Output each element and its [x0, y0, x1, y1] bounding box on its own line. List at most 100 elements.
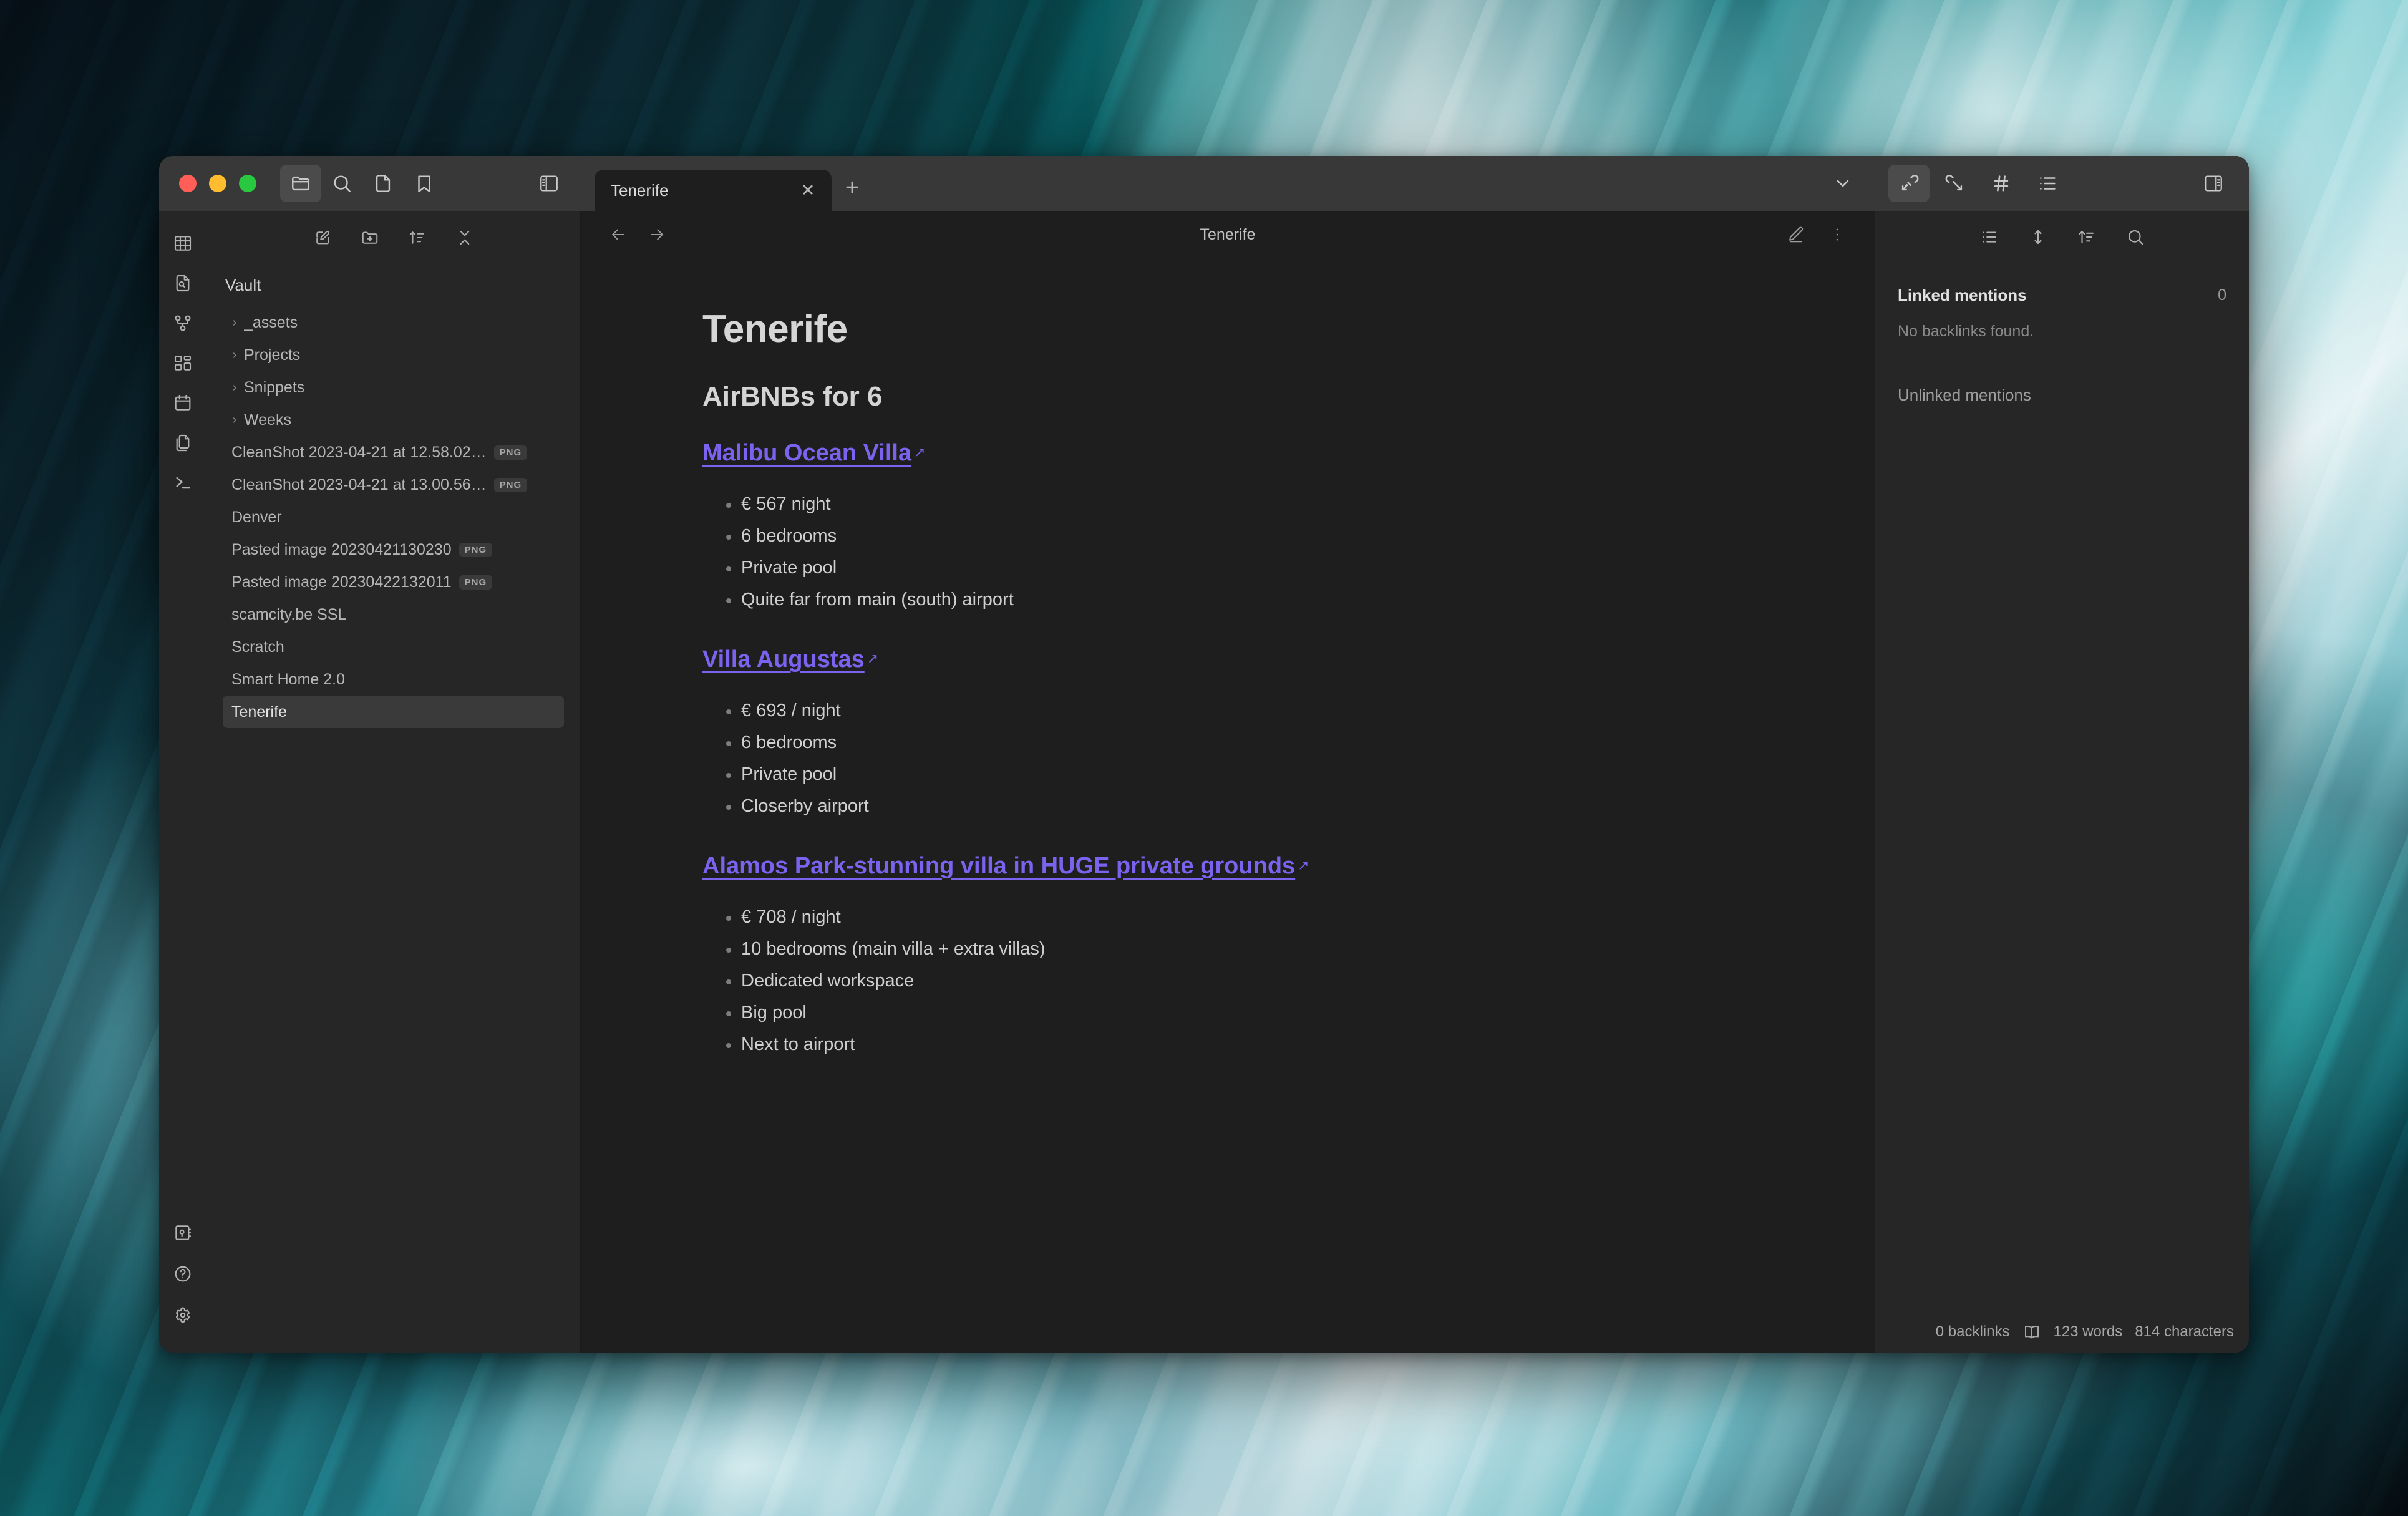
file-label: Denver: [231, 508, 282, 526]
status-backlinks[interactable]: 0 backlinks: [1936, 1323, 2010, 1341]
note-section-heading: Malibu Ocean Villa ↗: [702, 440, 1764, 492]
list-item: 10 bedrooms (main villa + extra villas): [702, 940, 1764, 958]
copy-icon[interactable]: [165, 425, 200, 460]
file-label: scamcity.be SSL: [231, 605, 347, 623]
outline-icon[interactable]: [2027, 165, 2068, 202]
vault-icon[interactable]: [165, 1215, 200, 1250]
titlebar: Tenerife ✕ +: [159, 156, 2249, 211]
backlinks-pane: Linked mentions 0 No backlinks found. Un…: [1875, 211, 2249, 1353]
left-sidebar-toggle-icon[interactable]: [528, 165, 570, 202]
more-options-icon[interactable]: [1825, 222, 1850, 247]
status-character-count[interactable]: 814 characters: [2135, 1323, 2234, 1341]
file-row-tenerife[interactable]: Tenerife: [223, 696, 564, 728]
tab-strip-right: [1822, 156, 1875, 211]
no-backlinks-message: No backlinks found.: [1898, 323, 2034, 340]
titlebar-right-section: [1875, 156, 2249, 211]
note-heading-2: AirBNBs for 6: [702, 381, 883, 412]
bookmark-icon[interactable]: [404, 165, 445, 202]
window-traffic-lights: [179, 175, 256, 192]
folder-icon[interactable]: [280, 165, 321, 202]
list-item: Private pool: [702, 559, 1764, 577]
unlinked-mentions-title: Unlinked mentions: [1898, 386, 2031, 404]
tab-label: Tenerife: [611, 180, 669, 200]
folder-label: Weeks: [244, 411, 291, 429]
folder-row-weeks[interactable]: › Weeks: [223, 404, 564, 436]
file-label: CleanShot 2023-04-21 at 13.00.56…: [231, 475, 487, 493]
search-backlinks-icon[interactable]: [2122, 223, 2149, 251]
outgoing-links-icon[interactable]: [1935, 165, 1976, 202]
back-icon[interactable]: [606, 222, 631, 247]
calendar-icon[interactable]: [165, 386, 200, 420]
note-section-heading: Villa Augustas ↗: [702, 646, 1764, 698]
tags-icon[interactable]: [1981, 165, 2022, 202]
file-label: Pasted image 20230421130230: [231, 540, 452, 558]
backlinks-content: Linked mentions 0 No backlinks found. Un…: [1875, 258, 2249, 422]
right-sidebar-toggle-icon[interactable]: [2193, 165, 2234, 202]
chevron-right-icon: ›: [232, 380, 237, 394]
folder-row-assets[interactable]: › _assets: [223, 306, 564, 339]
list-item: € 708 / night: [702, 908, 1764, 926]
edit-pencil-icon[interactable]: [1784, 222, 1808, 247]
tab-tenerife[interactable]: Tenerife ✕: [595, 170, 832, 211]
table-icon[interactable]: [165, 226, 200, 261]
help-icon[interactable]: [165, 1256, 200, 1291]
file-label: Tenerife: [231, 702, 287, 721]
file-row[interactable]: scamcity.be SSL: [223, 598, 564, 631]
file-row[interactable]: Pasted image 20230421130230 PNG: [223, 533, 564, 566]
close-window-button[interactable]: [179, 175, 197, 192]
status-word-count[interactable]: 123 words: [2054, 1323, 2123, 1341]
graph-icon[interactable]: [165, 306, 200, 341]
close-icon[interactable]: ✕: [797, 181, 819, 200]
unlinked-mentions-header[interactable]: Unlinked mentions: [1898, 386, 2226, 405]
sort-icon[interactable]: [403, 223, 432, 252]
forward-icon[interactable]: [644, 222, 669, 247]
file-row[interactable]: Pasted image 20230422132011 PNG: [223, 566, 564, 598]
file-type-badge: PNG: [459, 542, 493, 557]
external-link-malibu-ocean-villa[interactable]: Malibu Ocean Villa: [702, 440, 911, 467]
change-sort-order-icon[interactable]: [2073, 223, 2100, 251]
list-item: Private pool: [702, 765, 1764, 784]
external-link-alamos-park[interactable]: Alamos Park-stunning villa in HUGE priva…: [702, 853, 1295, 880]
settings-icon[interactable]: [165, 1298, 200, 1333]
chevron-down-icon[interactable]: [1822, 165, 1863, 202]
file-explorer: Vault › _assets › Projects › Snippets › …: [206, 211, 581, 1353]
terminal-icon[interactable]: [165, 465, 200, 500]
file-row[interactable]: Smart Home 2.0: [223, 663, 564, 696]
collapse-results-icon[interactable]: [1976, 223, 2003, 251]
external-link-icon: ↗: [1298, 857, 1309, 873]
file-row[interactable]: Denver: [223, 501, 564, 533]
linked-mentions-header[interactable]: Linked mentions 0: [1898, 286, 2226, 305]
folder-row-snippets[interactable]: › Snippets: [223, 371, 564, 404]
editor-header: Tenerife: [581, 211, 1875, 258]
canvas-icon[interactable]: [165, 346, 200, 381]
note-heading-1: Tenerife: [702, 308, 848, 351]
file-row[interactable]: CleanShot 2023-04-21 at 13.00.56… PNG: [223, 469, 564, 501]
new-folder-icon[interactable]: [356, 223, 384, 252]
file-tree: Vault › _assets › Projects › Snippets › …: [206, 258, 580, 728]
external-link-villa-augustas[interactable]: Villa Augustas: [702, 646, 865, 673]
file-search-icon[interactable]: [165, 266, 200, 301]
file-label: Scratch: [231, 638, 284, 656]
book-icon[interactable]: [2022, 1323, 2041, 1341]
titlebar-left-section: [159, 156, 587, 211]
file-icon[interactable]: [362, 165, 404, 202]
obsidian-window: Tenerife ✕ + Vault › _assets › Projects …: [159, 156, 2249, 1353]
list-item: € 693 / night: [702, 702, 1764, 720]
ribbon-bottom-group: [165, 1215, 200, 1339]
folder-row-projects[interactable]: › Projects: [223, 339, 564, 371]
collapse-icon[interactable]: [450, 223, 479, 252]
new-note-icon[interactable]: [308, 223, 337, 252]
file-row[interactable]: CleanShot 2023-04-21 at 12.58.02… PNG: [223, 436, 564, 469]
explorer-toolbar: [206, 211, 580, 258]
new-tab-button[interactable]: +: [832, 167, 873, 208]
file-row[interactable]: Scratch: [223, 631, 564, 663]
minimize-window-button[interactable]: [209, 175, 226, 192]
bullet-list: € 708 / night 10 bedrooms (main villa + …: [702, 908, 1764, 1054]
maximize-window-button[interactable]: [239, 175, 256, 192]
search-icon[interactable]: [321, 165, 362, 202]
backlinks-icon[interactable]: [1888, 165, 1930, 202]
chevron-right-icon: ›: [232, 315, 237, 329]
file-type-badge: PNG: [493, 445, 528, 460]
show-more-context-icon[interactable]: [2024, 223, 2052, 251]
note-content[interactable]: Tenerife AirBNBs for 6 Malibu Ocean Vill…: [581, 258, 1875, 1353]
